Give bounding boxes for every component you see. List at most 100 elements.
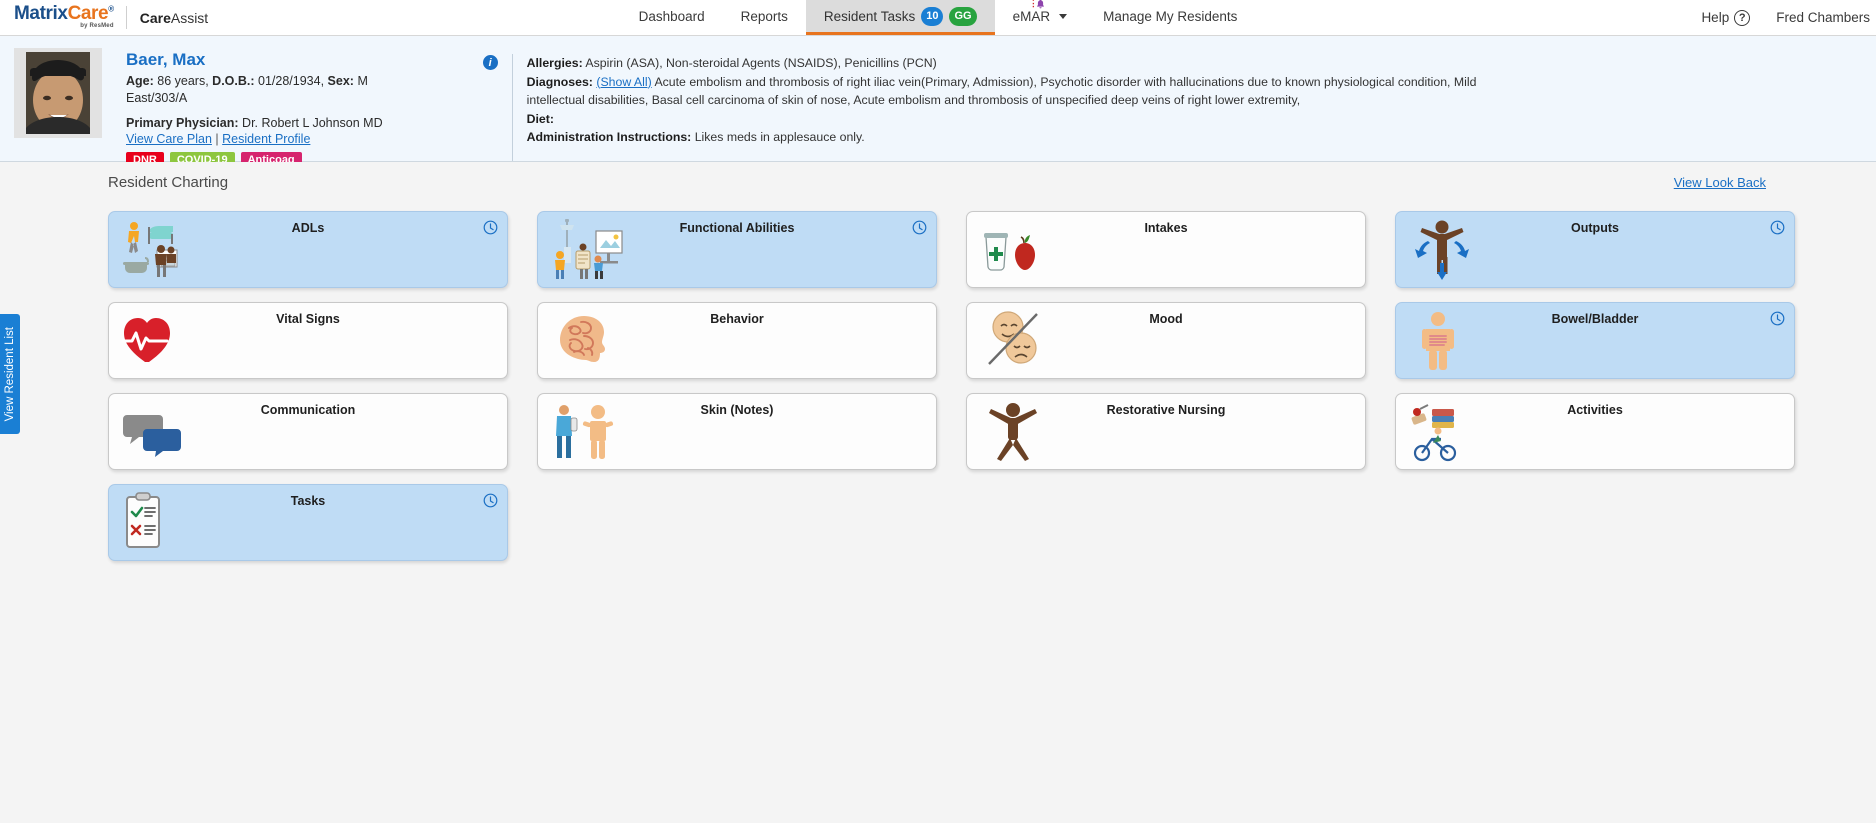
resident-location: East/303/A <box>126 91 188 105</box>
nav-item-reports[interactable]: Reports <box>723 0 806 35</box>
primary-nav-items: Dashboard Reports Resident Tasks 10 GG ⋮ <box>621 0 1256 35</box>
nav-item-dashboard[interactable]: Dashboard <box>621 0 723 35</box>
tile-adls[interactable]: ADLs <box>108 211 508 288</box>
age-label: Age: <box>126 74 154 88</box>
allergies-row: Allergies: Aspirin (ASA), Non-steroidal … <box>527 54 1537 73</box>
tile-outputs[interactable]: Outputs <box>1395 211 1795 288</box>
physician-value: Dr. Robert L Johnson MD <box>242 116 383 130</box>
tasks-icon <box>126 492 160 548</box>
communication-icon <box>123 415 181 457</box>
emar-notification-wrap: ⋮ <box>1029 0 1051 13</box>
tile-vital-signs[interactable]: Vital Signs <box>108 302 508 379</box>
administration-instructions-value: Likes meds in applesauce only. <box>694 130 865 144</box>
tile-behavior[interactable]: Behavior <box>537 302 937 379</box>
diet-label: Diet: <box>526 111 554 126</box>
brand-divider <box>125 6 127 29</box>
resident-header: Baer, Max Age: 86 years, D.O.B.: 01/28/1… <box>0 36 1876 169</box>
view-resident-list-label: View Resident List <box>4 326 16 422</box>
clock-icon[interactable] <box>483 220 498 235</box>
activities-icon <box>1411 404 1457 462</box>
resident-photo <box>14 48 102 138</box>
page-title: Resident Charting <box>108 174 229 191</box>
resident-photo-image <box>14 48 102 138</box>
functional-abilities-icon <box>555 219 623 279</box>
adls-icon <box>123 222 178 277</box>
diet-row: Diet: <box>527 110 1537 129</box>
nav-label-resident-tasks: Resident Tasks <box>823 8 916 24</box>
section-header: Resident Charting View Look Back <box>0 162 1876 191</box>
tile-tasks[interactable]: Tasks <box>108 484 508 561</box>
view-resident-list-tab[interactable]: View Resident List <box>0 314 20 434</box>
tile-functional-abilities[interactable]: Functional Abilities <box>537 211 937 288</box>
nav-item-emar[interactable]: ⋮ eMAR <box>995 0 1086 35</box>
help-label: Help <box>1701 10 1730 25</box>
clock-icon[interactable] <box>1770 311 1785 326</box>
tile-communication[interactable]: Communication <box>108 393 508 470</box>
allergies-label: Allergies: <box>526 56 583 70</box>
tile-skin-notes[interactable]: Skin (Notes) <box>537 393 937 470</box>
mood-icon <box>988 311 1038 365</box>
tile-restorative-nursing[interactable]: Restorative Nursing <box>966 393 1366 470</box>
diagnoses-value: Acute embolism and thrombosis of right i… <box>526 74 1477 108</box>
behavior-icon <box>560 316 605 362</box>
clinical-summary: i Allergies: Aspirin (ASA), Non-steroida… <box>482 44 1876 161</box>
logo-matrix-text: Matrix <box>14 3 68 24</box>
sex-label: Sex: <box>327 74 354 88</box>
app-name: CareAssist <box>140 10 208 26</box>
info-icon[interactable]: i <box>482 55 498 70</box>
question-mark-icon: ? <box>1734 9 1751 26</box>
resident-profile-link[interactable]: Resident Profile <box>222 132 310 146</box>
resident-name[interactable]: Baer, Max <box>126 50 383 70</box>
outputs-icon <box>1415 220 1469 280</box>
matrixcare-logo[interactable]: MatrixCare® <box>14 4 114 23</box>
tile-intakes[interactable]: Intakes <box>966 211 1366 288</box>
intakes-icon <box>984 233 1035 271</box>
resident-physician: Primary Physician: Dr. Robert L Johnson … <box>126 116 383 130</box>
physician-label: Primary Physician: <box>126 116 239 130</box>
nav-label-reports: Reports <box>740 8 788 24</box>
help-button[interactable]: Help ? <box>1701 9 1751 26</box>
app-name-bold: Care <box>139 9 171 26</box>
user-menu[interactable]: Fred Chambers <box>1776 10 1876 25</box>
age-value: 86 years, <box>157 74 209 88</box>
nav-item-manage-my-residents[interactable]: Manage My Residents <box>1085 0 1255 35</box>
administration-instructions-label: Administration Instructions: <box>526 130 692 144</box>
vital-signs-icon <box>121 318 170 362</box>
dob-label: D.O.B.: <box>212 74 255 88</box>
view-care-plan-link[interactable]: View Care Plan <box>126 132 212 146</box>
tile-bowel-bladder[interactable]: Bowel/Bladder <box>1395 302 1795 379</box>
tile-mood[interactable]: Mood <box>966 302 1366 379</box>
clock-icon[interactable] <box>483 493 498 508</box>
nav-label-manage-my-residents: Manage My Residents <box>1103 8 1238 24</box>
view-look-back-link[interactable]: View Look Back <box>1674 175 1766 190</box>
allergies-value: Aspirin (ASA), Non-steroidal Agents (NSA… <box>585 56 937 70</box>
tile-activities[interactable]: Activities <box>1395 393 1795 470</box>
resident-demographics: Age: 86 years, D.O.B.: 01/28/1934, Sex: … <box>126 73 383 90</box>
resident-tasks-gg-badge: GG <box>949 6 977 26</box>
clinical-text: Allergies: Aspirin (ASA), Non-steroidal … <box>527 54 1537 161</box>
clock-icon[interactable] <box>912 220 927 235</box>
nav-label-dashboard: Dashboard <box>638 8 705 24</box>
resident-links: View Care Plan | Resident Profile <box>126 132 383 146</box>
main-content: View Resident List Resident Charting Vie… <box>0 162 1876 822</box>
diagnoses-label: Diagnoses: <box>526 74 593 89</box>
bell-icon <box>1036 0 1044 9</box>
logo-registered-icon: ® <box>108 4 114 14</box>
top-navigation-bar: MatrixCare® by ResMed CareAssist Dashboa… <box>0 0 1876 36</box>
logo-care-text: Care <box>67 3 109 24</box>
app-name-light: Assist <box>170 9 209 26</box>
primary-nav: Dashboard Reports Resident Tasks 10 GG ⋮ <box>0 0 1876 35</box>
skin-notes-icon <box>556 405 614 459</box>
dob-value: 01/28/1934, <box>258 74 325 88</box>
nav-item-resident-tasks[interactable]: Resident Tasks 10 GG <box>805 0 995 35</box>
resident-info: Baer, Max Age: 86 years, D.O.B.: 01/28/1… <box>126 44 383 169</box>
nav-right-area: Help ? Fred Chambers <box>1701 0 1876 35</box>
clock-icon[interactable] <box>1770 220 1785 235</box>
brand-area: MatrixCare® by ResMed <box>0 0 126 35</box>
link-separator: | <box>215 132 219 146</box>
administration-instructions-row: Administration Instructions: Likes meds … <box>527 128 1537 147</box>
show-all-link[interactable]: (Show All) <box>596 75 651 89</box>
sex-value: M <box>357 74 368 88</box>
bowel-bladder-icon <box>1422 312 1454 370</box>
resident-tasks-count-badge: 10 <box>921 6 944 26</box>
